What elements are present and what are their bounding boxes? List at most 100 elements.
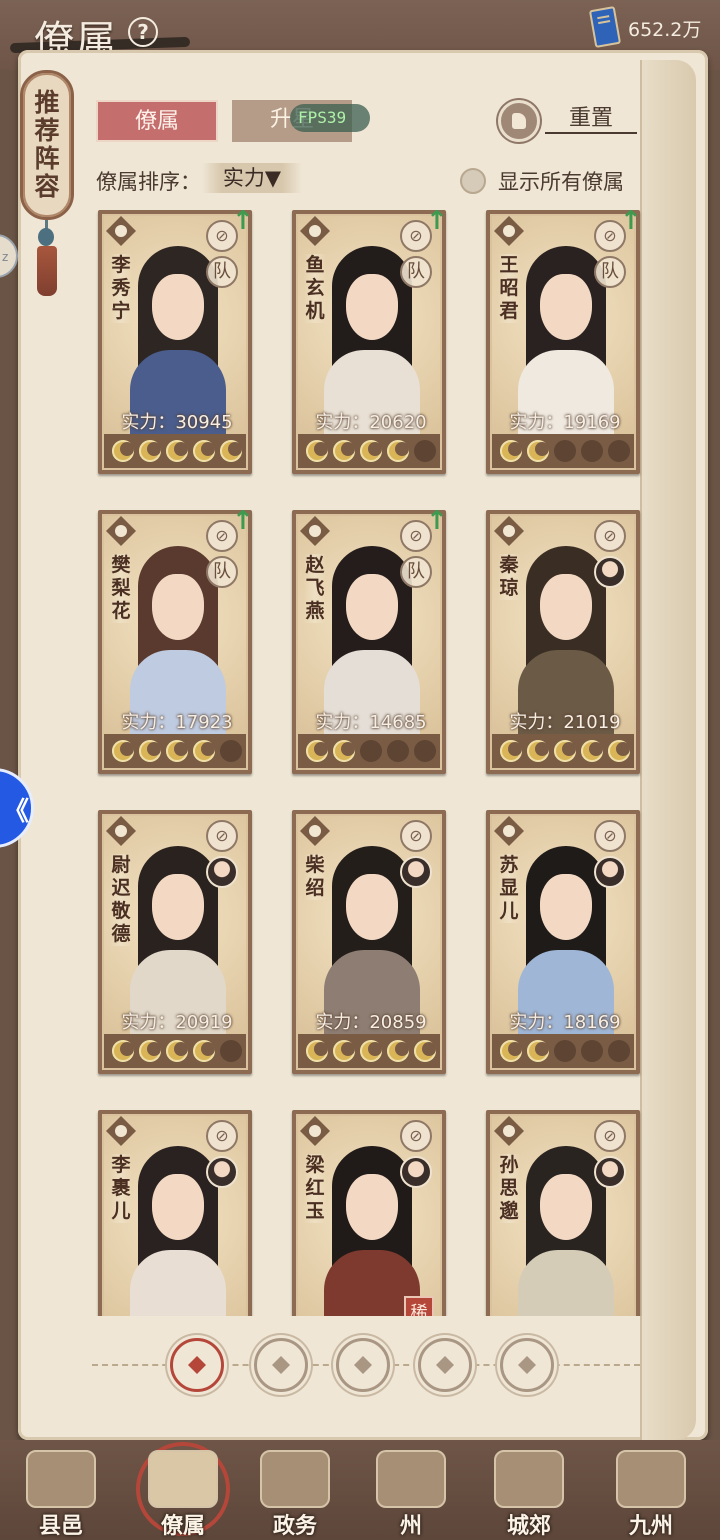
- show-all-label[interactable]: 显示所有僚属: [498, 166, 624, 196]
- portrait-face: [540, 574, 592, 640]
- faction-icon: [300, 1116, 330, 1146]
- nav-building-icon: [494, 1450, 564, 1508]
- rare-stamp: 稀有: [404, 1296, 434, 1316]
- moon-icon: [139, 740, 162, 762]
- filter-faction-1-button[interactable]: [254, 1338, 308, 1392]
- skill-icon: ⊘: [400, 1120, 432, 1152]
- staff-card-frame: ⊘ 梁红玉稀有: [296, 1114, 442, 1316]
- nav-item[interactable]: 城郊: [474, 1440, 584, 1540]
- upgrade-arrow-icon: ↑: [426, 506, 448, 536]
- moon-icon: [500, 740, 523, 762]
- nav-building-icon: [26, 1450, 96, 1508]
- staff-card[interactable]: ⊘ 队鱼玄机 实力：20620 ↑: [292, 208, 448, 474]
- help-icon[interactable]: ?: [128, 17, 158, 47]
- nav-item[interactable]: 县邑: [6, 1440, 116, 1540]
- reset-icon[interactable]: [498, 100, 540, 142]
- filter-faction-2-button[interactable]: [336, 1338, 390, 1392]
- moon-icon: [500, 1040, 523, 1062]
- recommend-lineup-button[interactable]: 推荐阵容: [20, 70, 74, 220]
- moon-icon: [527, 440, 550, 462]
- filter-faction-3-button[interactable]: [418, 1338, 472, 1392]
- portrait-face: [152, 874, 204, 940]
- moon-icon: [553, 440, 576, 462]
- moon-icon: [219, 440, 242, 462]
- nav-item[interactable]: 九州: [596, 1440, 706, 1540]
- portrait-face: [152, 574, 204, 640]
- moon-icon: [192, 740, 215, 762]
- staff-name: 尉迟敬德: [110, 854, 132, 946]
- sort-label: 僚属排序：: [96, 170, 201, 194]
- moon-icon: [580, 440, 603, 462]
- staff-card[interactable]: ⊘ 队王昭君 实力：19169 ↑: [486, 208, 642, 474]
- staff-name: 李裹儿: [110, 1154, 132, 1223]
- moon-icon: [607, 1040, 630, 1062]
- rank-moons: [298, 734, 440, 768]
- portrait-face: [346, 274, 398, 340]
- faction-icon: [106, 1116, 136, 1146]
- rank-moons: [298, 1034, 440, 1068]
- staff-card[interactable]: ⊘ 李裹儿: [98, 1110, 252, 1316]
- skill-icon: ⊘: [206, 1120, 238, 1152]
- rank-moons: [104, 1034, 246, 1068]
- nav-item[interactable]: 政务: [240, 1440, 350, 1540]
- moon-icon: [306, 440, 329, 462]
- nav-building-icon: [260, 1450, 330, 1508]
- show-all-checkbox[interactable]: [460, 168, 486, 194]
- staff-name: 苏显儿: [498, 854, 520, 923]
- staff-card[interactable]: ⊘ 队李秀宁 实力：30945 ↑: [98, 208, 254, 474]
- rank-moons: [298, 434, 440, 468]
- moon-icon: [112, 440, 135, 462]
- faction-icon: [494, 516, 524, 546]
- portrait-face: [152, 1174, 204, 1240]
- staff-card-frame: ⊘ 队樊梨花 实力：17923: [102, 514, 248, 770]
- staff-card[interactable]: ⊘ 苏显儿 实力：18169: [486, 810, 640, 1074]
- moon-icon: [413, 440, 436, 462]
- moon-icon: [413, 1040, 436, 1062]
- staff-power: 实力：14685: [315, 712, 427, 733]
- nav-label: 州: [399, 1513, 422, 1539]
- faction-icon: [494, 816, 524, 846]
- rank-moons: [492, 1034, 634, 1068]
- staff-card[interactable]: ⊘ 梁红玉稀有: [292, 1110, 446, 1316]
- portrait-face: [346, 1174, 398, 1240]
- moon-icon: [192, 1040, 215, 1062]
- moon-icon: [607, 740, 630, 762]
- filter-all-button[interactable]: [170, 1338, 224, 1392]
- nav-item[interactable]: 僚属: [128, 1440, 238, 1540]
- fps-counter: FPS39: [290, 104, 370, 132]
- staff-card[interactable]: ⊘ 尉迟敬德 实力：20919: [98, 810, 252, 1074]
- moon-icon: [112, 1040, 135, 1062]
- nav-label: 县邑: [38, 1513, 83, 1539]
- rank-moons: [104, 734, 246, 768]
- nav-item[interactable]: 州: [356, 1440, 466, 1540]
- staff-card[interactable]: ⊘ 秦琼 实力：21019: [486, 510, 640, 774]
- staff-grid: ⊘ 队 李秀宁 实力：30945 ↑ ⊘ 队 鱼玄机 实力：20620 ↑ ⊘ 队 王昭君 实力：1916…: [0, 200, 720, 1316]
- staff-name: 王昭君: [498, 254, 520, 323]
- portrait-body: [518, 1250, 614, 1316]
- moon-icon: [219, 740, 242, 762]
- staff-card-frame: ⊘ 孙思邈: [490, 1114, 636, 1316]
- nav-label: 九州: [628, 1513, 673, 1539]
- rank-moons: [104, 434, 246, 468]
- sort-dropdown[interactable]: 实力▼: [202, 163, 302, 193]
- moon-icon: [333, 1040, 356, 1062]
- tab-staff[interactable]: 僚属: [96, 100, 218, 142]
- staff-card[interactable]: ⊘ 队樊梨花 实力：17923 ↑: [98, 508, 254, 774]
- faction-icon: [494, 1116, 524, 1146]
- staff-name: 赵飞燕: [304, 554, 326, 623]
- skill-icon: ⊘: [400, 820, 432, 852]
- reset-button[interactable]: 重置: [545, 106, 637, 134]
- staff-power: 实力：19169: [509, 412, 621, 433]
- staff-card[interactable]: ⊘ 柴绍 实力：20859: [292, 810, 446, 1074]
- staff-card-frame: ⊘ 秦琼 实力：21019: [490, 514, 636, 770]
- filter-faction-4-button[interactable]: [500, 1338, 554, 1392]
- staff-card[interactable]: ⊘ 孙思邈: [486, 1110, 640, 1316]
- recommend-label: 推荐阵容: [34, 88, 60, 201]
- staff-card[interactable]: ⊘ 队赵飞燕 实力：14685 ↑: [292, 506, 448, 774]
- moon-icon: [165, 440, 188, 462]
- staff-card-frame: ⊘ 柴绍 实力：20859: [296, 814, 442, 1070]
- staff-card-frame: ⊘ 尉迟敬德 实力：20919: [102, 814, 248, 1070]
- rank-moons: [492, 434, 634, 468]
- moon-icon: [306, 1040, 329, 1062]
- skill-icon: ⊘: [594, 1120, 626, 1152]
